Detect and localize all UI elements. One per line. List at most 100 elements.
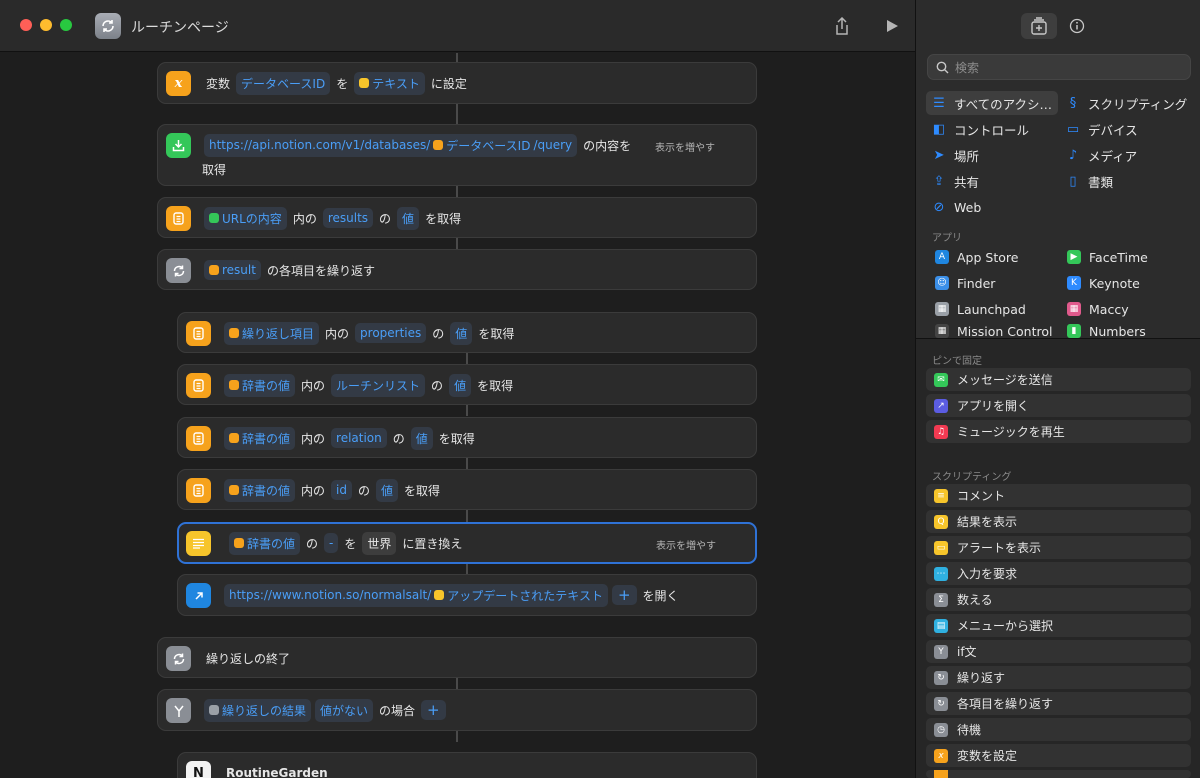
value-kind-token[interactable]: 値	[410, 426, 433, 450]
dictionary-value-token[interactable]: 辞書の値	[224, 478, 296, 502]
variable-chip-icon	[229, 485, 239, 495]
action-item-count[interactable]: Σ 数える	[926, 588, 1191, 611]
key-token[interactable]: ルーチンリスト	[331, 373, 426, 397]
app-facetime[interactable]: ▶ FaceTime	[1067, 246, 1148, 268]
toggle-icon: ◧	[932, 121, 946, 137]
scripting-section-label: スクリプティング	[932, 472, 1012, 483]
category-device[interactable]: ▭ デバイス	[1060, 117, 1196, 141]
action-set-variable[interactable]: x 変数 データベースID を テキスト に設定	[157, 62, 757, 104]
category-scripting[interactable]: § スクリプティング	[1060, 91, 1196, 115]
action-item-set-variable[interactable]: x 変数を設定	[926, 744, 1191, 767]
value-kind-token[interactable]: 値	[376, 478, 399, 502]
facetime-icon: ▶	[1067, 250, 1081, 264]
key-token[interactable]: relation	[331, 428, 387, 448]
app-maccy[interactable]: ▦ Maccy	[1067, 298, 1129, 320]
category-share[interactable]: ⇪ 共有	[926, 169, 1058, 193]
action-get-properties[interactable]: 繰り返し項目 内の properties の 値 を取得	[177, 312, 757, 353]
action-item-show-result[interactable]: Q 結果を表示	[926, 510, 1191, 533]
result-token[interactable]: result	[204, 260, 261, 280]
sigma-icon: Σ	[934, 592, 948, 607]
action-get-id[interactable]: 辞書の値 内の id の 値 を取得	[177, 469, 757, 510]
show-more-button[interactable]: 表示を増やす	[655, 139, 715, 154]
action-get-url-contents[interactable]: https://api.notion.com/v1/databases/ データ…	[157, 124, 757, 186]
minimize-window-button[interactable]	[40, 19, 52, 31]
shortcut-editor[interactable]: x 変数 データベースID を テキスト に設定 https://api.not…	[0, 53, 915, 778]
action-replace-text[interactable]: 辞書の値 の - を 世界 に置き換え 表示を増やす	[177, 522, 757, 564]
action-item-open-app[interactable]: ↗ アプリを開く	[926, 394, 1191, 417]
repeat-icon: ↻	[934, 670, 948, 685]
add-plus-button[interactable]: +	[611, 585, 637, 605]
value-kind-token[interactable]: 値	[449, 373, 472, 397]
value-kind-token[interactable]: 値	[450, 321, 473, 345]
close-window-button[interactable]	[20, 19, 32, 31]
action-item-partial[interactable]	[926, 770, 1191, 778]
app-mission-control[interactable]: ▦ Mission Control	[935, 324, 1052, 338]
add-plus-button[interactable]: +	[421, 700, 446, 720]
action-open-url[interactable]: https://www.notion.so/normalsalt/ アップデート…	[177, 574, 757, 616]
category-media[interactable]: ♪ メディア	[1060, 143, 1196, 167]
show-more-button[interactable]: 表示を増やす	[656, 537, 716, 552]
action-item-show-alert[interactable]: ▭ アラートを表示	[926, 536, 1191, 559]
maccy-icon: ▦	[1067, 302, 1081, 316]
action-if[interactable]: 繰り返しの結果 値がない の場合 +	[157, 689, 757, 731]
text-chip-icon	[359, 78, 370, 88]
key-token[interactable]: id	[331, 480, 352, 500]
category-location[interactable]: ➤ 場所	[926, 143, 1058, 167]
dictionary-value-token[interactable]: 辞書の値	[229, 531, 301, 555]
action-item-ask-input[interactable]: ⋯ 入力を要求	[926, 562, 1191, 585]
action-item-wait[interactable]: ◷ 待機	[926, 718, 1191, 741]
key-token[interactable]: results	[322, 208, 374, 228]
app-app-store[interactable]: A App Store	[935, 246, 1018, 268]
app-keynote[interactable]: K Keynote	[1067, 272, 1140, 294]
category-documents[interactable]: ▯ 書類	[1060, 169, 1196, 193]
value-kind-token[interactable]: 値	[397, 206, 420, 230]
numbers-icon: ▮	[1067, 324, 1081, 338]
window-title: ルーチンページ	[131, 20, 229, 36]
action-end-repeat[interactable]: 繰り返しの終了	[157, 637, 757, 678]
repeat-app-icon[interactable]	[95, 13, 121, 39]
search-input[interactable]: 検索	[927, 54, 1191, 80]
replace-text-token[interactable]: 世界	[362, 531, 397, 555]
app-launchpad[interactable]: ▦ Launchpad	[935, 298, 1026, 320]
key-token[interactable]: properties	[355, 323, 427, 343]
action-get-relation[interactable]: 辞書の値 内の relation の 値 を取得	[177, 417, 757, 458]
action-library-button[interactable]	[1021, 13, 1057, 39]
action-item-comment[interactable]: ≡ コメント	[926, 484, 1191, 507]
zoom-window-button[interactable]	[60, 19, 72, 31]
action-item-if[interactable]: Yif文	[926, 640, 1191, 663]
variable-chip-icon	[209, 265, 219, 275]
category-web[interactable]: ⊘ Web	[926, 195, 1058, 219]
show-result-icon: Q	[934, 514, 948, 529]
text-token[interactable]: テキスト	[354, 71, 425, 95]
ask-input-icon: ⋯	[934, 566, 948, 581]
repeat-item-token[interactable]: 繰り返し項目	[224, 321, 320, 345]
action-item-send-message[interactable]: ✉ メッセージを送信	[926, 368, 1191, 391]
run-button[interactable]	[880, 14, 904, 38]
url-contents-token[interactable]: URLの内容	[204, 206, 287, 230]
dictionary-value-token[interactable]: 辞書の値	[224, 426, 296, 450]
action-get-dictionary-value[interactable]: URLの内容 内の results の 値 を取得	[157, 197, 757, 238]
repeat-icon	[166, 258, 191, 283]
action-item-choose-menu[interactable]: ▤ メニューから選択	[926, 614, 1191, 637]
variable-name-token[interactable]: データベースID	[236, 71, 331, 95]
find-text-token[interactable]: -	[324, 533, 339, 553]
variable-chip-icon	[229, 433, 239, 443]
category-all-actions[interactable]: ☰ すべてのアクシ…	[926, 91, 1058, 115]
app-finder[interactable]: ☺ Finder	[935, 272, 995, 294]
dictionary-value-token[interactable]: 辞書の値	[224, 373, 296, 397]
action-item-repeat-each[interactable]: ↻ 各項目を繰り返す	[926, 692, 1191, 715]
category-control[interactable]: ◧ コントロール	[926, 117, 1058, 141]
action-item-repeat[interactable]: ↻ 繰り返す	[926, 666, 1191, 689]
script-icon: §	[1069, 95, 1077, 111]
share-button[interactable]	[830, 14, 854, 38]
app-numbers[interactable]: ▮ Numbers	[1067, 324, 1146, 338]
repeat-results-token[interactable]: 繰り返しの結果	[204, 698, 312, 722]
action-repeat-each[interactable]: result の各項目を繰り返す	[157, 249, 757, 290]
action-get-routine-list[interactable]: 辞書の値 内の ルーチンリスト の 値 を取得	[177, 364, 757, 405]
action-routine-garden[interactable]: N RoutineGarden	[177, 752, 757, 778]
url-token[interactable]: https://www.notion.so/normalsalt/ アップデート…	[224, 583, 608, 607]
action-item-play-music[interactable]: ♫ ミュージックを再生	[926, 420, 1191, 443]
url-token[interactable]: https://api.notion.com/v1/databases/ データ…	[204, 133, 578, 157]
condition-token[interactable]: 値がない	[315, 698, 374, 722]
details-button[interactable]	[1059, 13, 1095, 39]
